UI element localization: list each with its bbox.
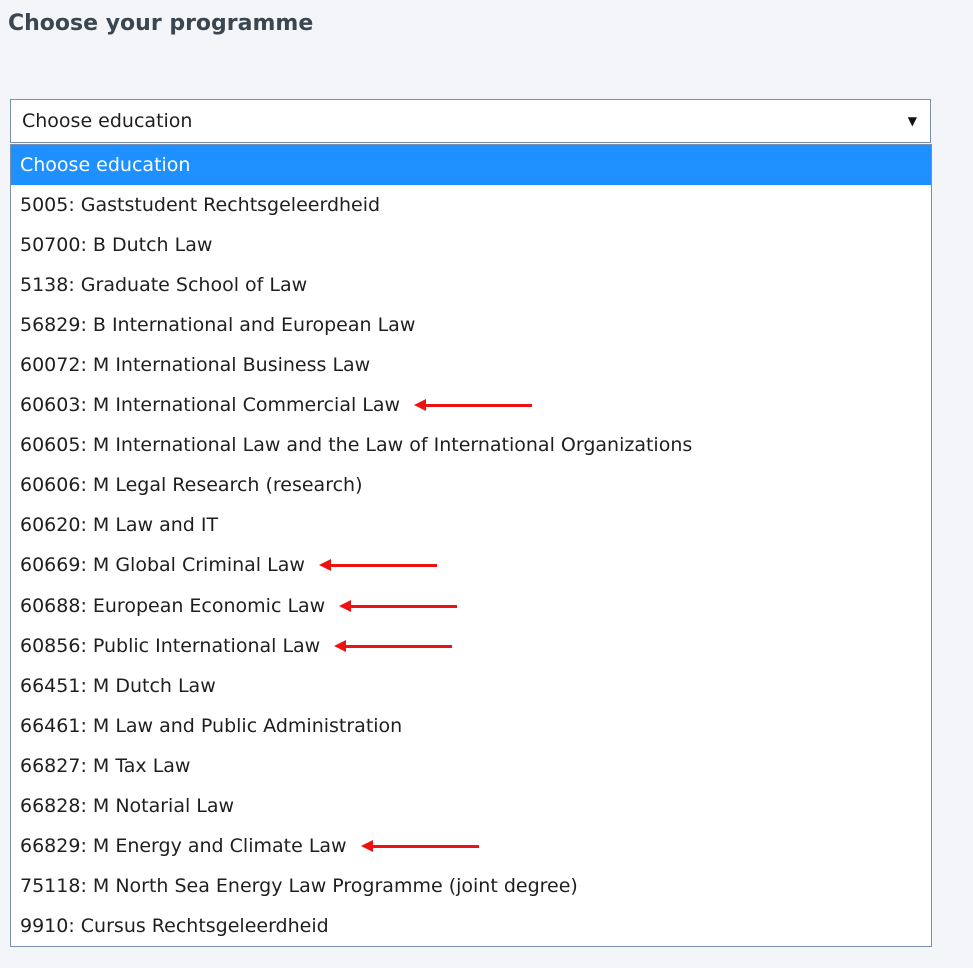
red-arrow-annotation-icon [318, 545, 439, 585]
education-option[interactable]: 66829: M Energy and Climate Law [11, 826, 931, 866]
education-option-label: 60072: M International Business Law [20, 354, 371, 377]
red-arrow-annotation-icon [339, 586, 459, 626]
education-option-label: 5138: Graduate School of Law [20, 274, 308, 297]
education-option[interactable]: 50700: B Dutch Law [11, 225, 931, 265]
education-option[interactable]: 60620: M Law and IT [11, 505, 931, 545]
education-option-label: 5005: Gaststudent Rechtsgeleerdheid [20, 194, 381, 217]
education-option-label: 50700: B Dutch Law [20, 234, 213, 257]
education-option[interactable]: 5005: Gaststudent Rechtsgeleerdheid [11, 185, 931, 225]
education-option[interactable]: 66451: M Dutch Law [11, 666, 931, 706]
education-option-label: 66828: M Notarial Law [20, 794, 235, 817]
dropdown-caret-icon[interactable]: ▼ [908, 100, 917, 142]
page-title: Choose your programme [8, 11, 314, 36]
education-option[interactable]: 60605: M International Law and the Law o… [11, 425, 931, 465]
education-option[interactable]: 60072: M International Business Law [11, 345, 931, 385]
education-option[interactable]: 5138: Graduate School of Law [11, 265, 931, 305]
education-option[interactable]: 60606: M Legal Research (research) [11, 465, 931, 505]
education-option-label: 60603: M International Commercial Law [20, 394, 401, 417]
education-option-label: 9910: Cursus Rechtsgeleerdheid [20, 914, 329, 937]
education-option-label: 60669: M Global Criminal Law [20, 554, 305, 577]
education-option-label: 60688: European Economic Law [20, 594, 326, 617]
education-option[interactable]: 60856: Public International Law [11, 626, 931, 666]
education-option-label: 60620: M Law and IT [20, 514, 219, 537]
education-option-label: 60606: M Legal Research (research) [20, 474, 363, 497]
education-option-label: Choose education [20, 154, 191, 176]
education-option-label: 60856: Public International Law [20, 634, 321, 657]
education-select[interactable]: Choose education ▼ [10, 99, 931, 143]
education-option-label: 66827: M Tax Law [20, 754, 191, 777]
education-option[interactable]: 66828: M Notarial Law [11, 786, 931, 826]
education-select-value: Choose education [22, 110, 193, 132]
education-option-label: 75118: M North Sea Energy Law Programme … [20, 874, 578, 897]
education-option[interactable]: Choose education [11, 145, 931, 186]
education-option-label: 66461: M Law and Public Administration [20, 714, 403, 737]
education-option-label: 66451: M Dutch Law [20, 674, 216, 697]
red-arrow-annotation-icon [360, 826, 481, 866]
education-option[interactable]: 60688: European Economic Law [11, 586, 931, 626]
red-arrow-annotation-icon [414, 385, 534, 425]
education-options-list: Choose education 5005: Gaststudent Rechts… [10, 144, 932, 947]
education-option[interactable]: 75118: M North Sea Energy Law Programme … [11, 866, 931, 906]
education-option[interactable]: 66827: M Tax Law [11, 746, 931, 786]
education-option-label: 66829: M Energy and Climate Law [20, 834, 347, 857]
education-option[interactable]: 66461: M Law and Public Administration [11, 706, 931, 746]
education-option[interactable]: 56829: B International and European Law [11, 305, 931, 345]
education-option-label: 60605: M International Law and the Law o… [20, 434, 693, 457]
education-option[interactable]: 60669: M Global Criminal Law [11, 545, 931, 585]
red-arrow-annotation-icon [334, 626, 454, 666]
education-option[interactable]: 60603: M International Commercial Law [11, 385, 931, 425]
education-option-label: 56829: B International and European Law [20, 314, 416, 337]
education-option[interactable]: 9910: Cursus Rechtsgeleerdheid [11, 906, 931, 946]
